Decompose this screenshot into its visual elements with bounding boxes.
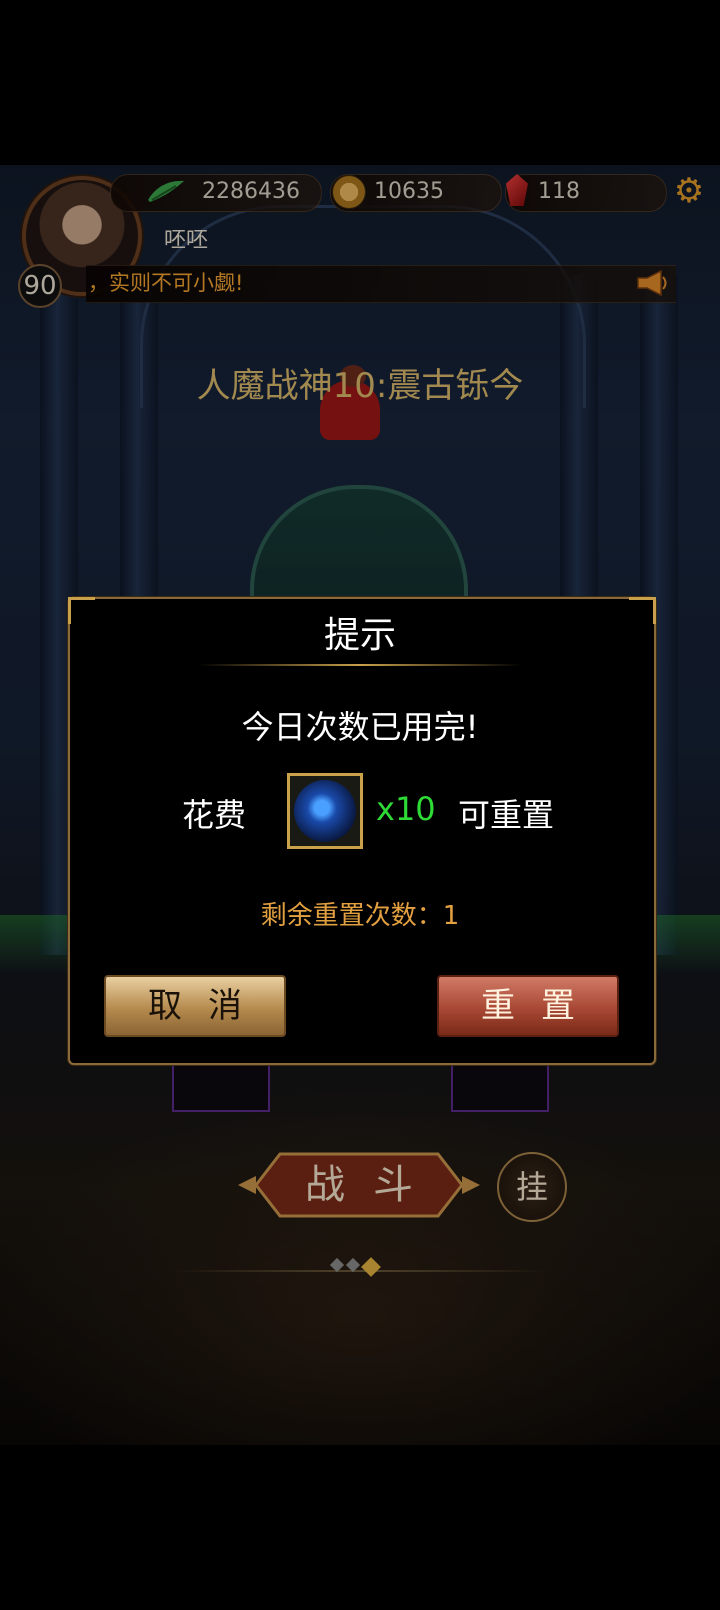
blue-orb-icon <box>294 780 356 842</box>
cost-quantity: x10 <box>376 790 436 828</box>
reset-button[interactable]: 重置 <box>437 975 619 1037</box>
cancel-button[interactable]: 取消 <box>104 975 286 1037</box>
dialog-message: 今日次数已用完! <box>241 708 479 746</box>
remaining-resets: 剩余重置次数：1 <box>260 901 460 931</box>
dialog-title-divider <box>198 664 522 666</box>
reset-suffix-label: 可重置 <box>458 796 555 834</box>
cost-label: 花费 <box>182 796 247 834</box>
dialog-title: 提示 <box>323 615 396 656</box>
